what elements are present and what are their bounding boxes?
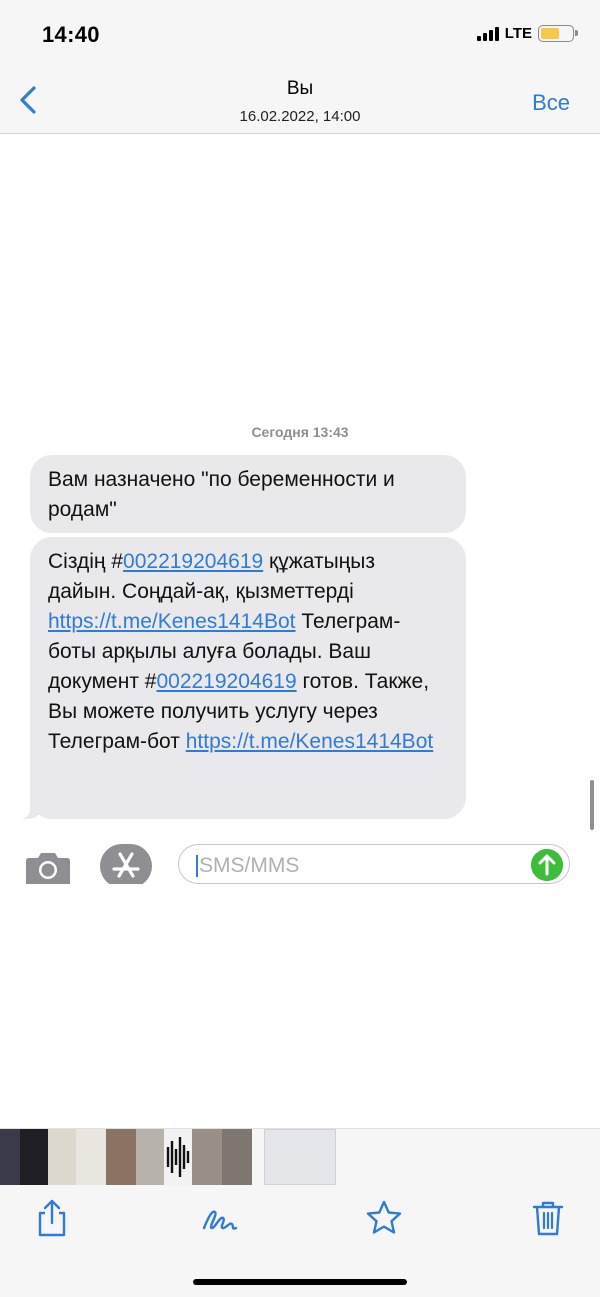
audio-waveform-icon: [166, 1137, 190, 1177]
markup-pen-icon[interactable]: [200, 1198, 240, 1238]
message-text: Вам назначено "по беременности и родам": [48, 468, 395, 521]
status-time: 14:40: [42, 22, 100, 47]
arrow-up-icon[interactable]: [531, 849, 563, 881]
header-date: 16.02.2022, 14:00: [239, 108, 361, 125]
network-type: LTE: [504, 25, 532, 42]
message-text-segment: Сіздің #: [48, 550, 124, 573]
status-bar: 14:40 LTE: [0, 0, 600, 66]
scrollbar[interactable]: [590, 780, 594, 830]
contact-name[interactable]: Вы: [0, 78, 600, 100]
thumbnail[interactable]: [20, 1129, 48, 1185]
thumbnail[interactable]: [0, 1129, 20, 1185]
message-bubble[interactable]: Сіздің #002219204619 құжатыңыз дайын. Со…: [18, 537, 466, 819]
message-link[interactable]: 002219204619: [123, 550, 263, 573]
star-icon[interactable]: [364, 1198, 404, 1238]
thumbnail[interactable]: [222, 1129, 252, 1185]
camera-icon[interactable]: [24, 852, 72, 884]
thumbnail-strip[interactable]: [0, 1128, 600, 1186]
message-input[interactable]: SMS/MMS: [178, 844, 570, 884]
app-store-icon[interactable]: [100, 844, 152, 884]
thumbnail-selected[interactable]: [164, 1129, 192, 1185]
signal-icon: [476, 26, 499, 41]
thumbnail[interactable]: [106, 1129, 136, 1185]
thumbnail[interactable]: [76, 1129, 106, 1185]
thumbnail[interactable]: [136, 1129, 164, 1185]
conversation-header: Вы 16.02.2022, 14:00 Все: [0, 66, 600, 134]
message-text: Сіздің #002219204619 құжатыңыз дайын. Со…: [48, 550, 433, 753]
message-composer: SMS/MMS: [0, 838, 600, 888]
input-placeholder: SMS/MMS: [199, 854, 300, 877]
share-icon[interactable]: [32, 1198, 72, 1238]
message-link[interactable]: https://t.me/Kenes1414Bot: [48, 610, 296, 633]
thumbnail[interactable]: [264, 1129, 336, 1185]
all-button[interactable]: Все: [532, 90, 570, 116]
message-bubble[interactable]: Вам назначено "по беременности и родам": [30, 455, 466, 533]
thumbnail[interactable]: [192, 1129, 222, 1185]
message-link[interactable]: https://t.me/Kenes1414Bot: [186, 730, 434, 753]
message-timestamp: Сегодня 13:43: [251, 424, 349, 440]
trash-icon[interactable]: [528, 1198, 568, 1238]
status-indicators: LTE: [476, 25, 578, 42]
thumbnail[interactable]: [48, 1129, 76, 1185]
battery-icon: [538, 25, 578, 42]
home-indicator[interactable]: [193, 1279, 407, 1285]
message-link[interactable]: 002219204619: [156, 670, 296, 693]
text-cursor: [196, 855, 198, 877]
